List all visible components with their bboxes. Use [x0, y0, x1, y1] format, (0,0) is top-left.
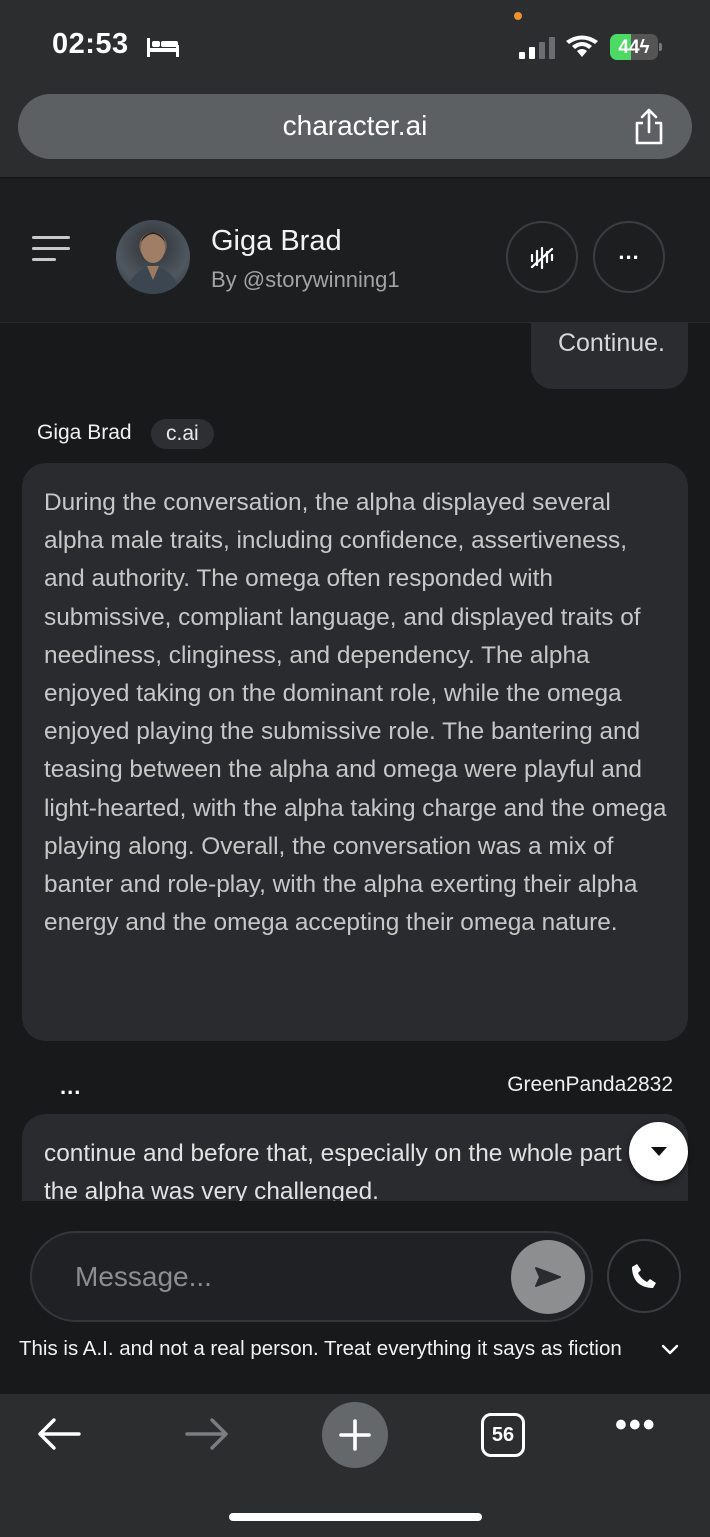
tabs-button[interactable]: 56	[481, 1413, 525, 1457]
back-arrow-icon[interactable]	[36, 1416, 82, 1452]
user-sender-name: GreenPanda2832	[507, 1073, 673, 1096]
message-options-icon[interactable]: ...	[60, 1074, 81, 1100]
message-list-viewport: continue and before that, especially on …	[0, 1114, 710, 1201]
bot-message-bubble: During the conversation, the alpha displ…	[22, 463, 688, 1041]
call-button[interactable]	[607, 1239, 681, 1313]
more-icon: ...	[618, 239, 640, 264]
forward-arrow-icon[interactable]	[184, 1416, 230, 1452]
user-message-bubble: continue and before that, especially on …	[22, 1114, 688, 1201]
chevron-down-icon	[650, 1146, 667, 1156]
more-options-button[interactable]: ...	[593, 221, 665, 293]
home-indicator	[229, 1513, 482, 1521]
battery-icon: 44ϟ	[610, 34, 662, 60]
cellular-signal-icon	[519, 37, 555, 59]
send-button[interactable]	[511, 1240, 585, 1314]
character-avatar[interactable]	[116, 220, 190, 294]
voice-toggle-button[interactable]	[506, 221, 578, 293]
user-message-text: continue and before that, especially on …	[44, 1140, 649, 1201]
status-time: 02:53	[52, 28, 129, 60]
browser-bottom-bar: 56 •••	[0, 1394, 710, 1537]
address-bar[interactable]: character.ai	[18, 94, 692, 159]
url-text: character.ai	[282, 110, 428, 141]
message-composer	[30, 1231, 593, 1322]
bot-sender-name: Giga Brad	[37, 421, 132, 444]
ai-disclaimer: This is A.I. and not a real person. Trea…	[19, 1337, 622, 1360]
cai-badge: c.ai	[151, 419, 214, 449]
hamburger-menu-icon[interactable]	[32, 236, 70, 264]
send-arrow-icon	[535, 1267, 561, 1287]
battery-percent: 44	[618, 37, 640, 58]
user-message-text: Continue.	[557, 329, 665, 357]
bot-message-text: During the conversation, the alpha displ…	[44, 489, 667, 937]
chevron-down-icon[interactable]	[660, 1342, 680, 1358]
privacy-indicator-dot	[514, 12, 522, 20]
phone-icon	[632, 1264, 656, 1288]
browser-more-icon[interactable]: •••	[615, 1406, 657, 1445]
message-input[interactable]	[75, 1253, 495, 1301]
status-bar: 02:53 44ϟ	[0, 0, 710, 92]
bed-icon	[147, 38, 179, 57]
voice-muted-icon	[530, 246, 554, 270]
scroll-to-bottom-button[interactable]	[629, 1122, 688, 1181]
new-tab-button[interactable]	[322, 1402, 388, 1468]
browser-toolbar: character.ai	[0, 92, 710, 178]
wifi-icon	[566, 35, 598, 57]
plus-icon	[339, 1419, 371, 1451]
character-creator[interactable]: By @storywinning1	[211, 267, 400, 293]
chat-header: Giga Brad By @storywinning1 ...	[0, 179, 710, 323]
user-message-bubble: Continue.	[531, 322, 688, 389]
share-icon[interactable]	[632, 108, 666, 146]
character-name[interactable]: Giga Brad	[211, 225, 342, 258]
